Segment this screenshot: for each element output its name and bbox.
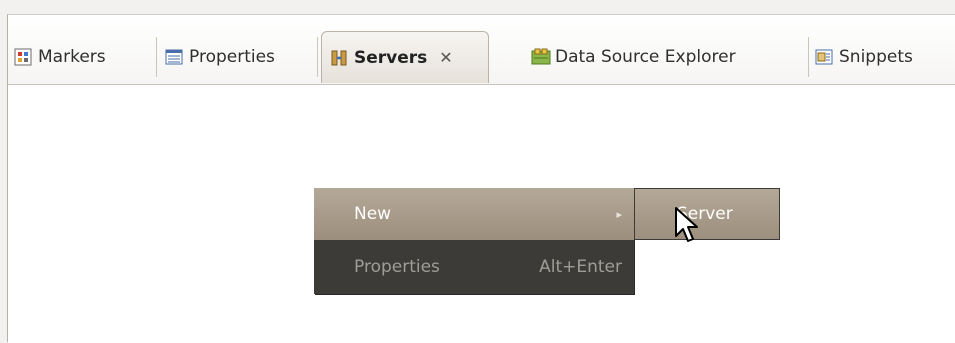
tab-label: Properties	[189, 47, 275, 67]
tab-label: Servers	[354, 47, 428, 68]
menu-item-label: Properties	[354, 257, 440, 277]
menu-item-label: New	[354, 204, 392, 224]
tab-servers[interactable]: Servers ✕	[321, 31, 518, 85]
tab-label: Snippets	[839, 47, 913, 67]
data-source-explorer-icon	[531, 48, 551, 66]
tab-separator	[156, 37, 157, 77]
servers-icon	[330, 49, 348, 67]
snippets-icon	[815, 48, 833, 66]
mouse-pointer-icon	[675, 207, 698, 242]
tab-label: Data Source Explorer	[555, 47, 736, 67]
markers-icon	[14, 48, 32, 66]
submenu-item-server[interactable]: Server	[634, 188, 780, 240]
context-menu: New ▸ Properties Alt+Enter	[314, 188, 634, 294]
menu-item-properties[interactable]: Properties Alt+Enter	[314, 240, 634, 294]
tab-markers[interactable]: Markers	[14, 31, 157, 83]
tab-label: Markers	[38, 47, 106, 67]
menu-item-shortcut: Alt+Enter	[539, 257, 622, 277]
close-tab-icon[interactable]: ✕	[439, 48, 452, 67]
tab-data-source-explorer[interactable]: Data Source Explorer	[521, 31, 809, 83]
tab-separator	[317, 37, 318, 77]
tab-properties[interactable]: Properties	[165, 31, 318, 83]
tab-snippets[interactable]: Snippets	[815, 31, 955, 83]
submenu-arrow-icon: ▸	[616, 207, 622, 221]
view-tab-bar: Markers Properties Servers ✕ Data Source…	[8, 15, 955, 85]
properties-icon	[165, 48, 183, 66]
tab-separator	[808, 37, 809, 77]
menu-item-new[interactable]: New ▸	[314, 188, 634, 240]
window-top-strip	[0, 0, 955, 14]
